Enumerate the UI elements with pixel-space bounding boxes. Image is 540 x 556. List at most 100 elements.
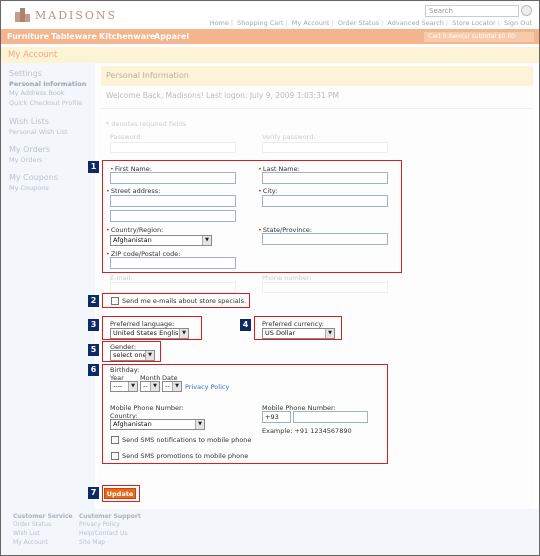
sms-promotions-label: Send SMS promotions to mobile phone [122,452,249,460]
city-label: •City: [258,187,278,195]
footer: Customer Service Order Status Wish List … [1,509,539,555]
cart-summary[interactable]: Cart 0 item(s) subtotal $0.00 [424,32,534,42]
chevron-down-icon: ▼ [202,236,211,245]
callout-badge-3: 3 [88,319,99,331]
footer-link-order-status[interactable]: Order Status [13,521,51,528]
sidebar-item-personal-wishlist[interactable]: Personal Wish List [9,128,68,136]
mobile-example: Example: +91 1234567890 [262,427,352,435]
nav-furniture[interactable]: Furniture [7,32,49,41]
sidebar-item-my-orders[interactable]: My Orders [9,156,42,164]
chevron-down-icon: ▼ [325,329,334,338]
verify-password-field[interactable] [262,142,388,153]
currency-select[interactable]: US Dollar ▼ [262,328,335,339]
callout-badge-4: 4 [240,319,251,331]
first-name-field[interactable] [110,172,236,184]
search-icon[interactable] [521,5,532,16]
verify-password-label: Verify password: [262,133,316,141]
footer-heading-customer-support: Customer Support [79,513,141,520]
sms-notifications-checkbox[interactable] [111,436,119,444]
callout-badge-5: 5 [88,344,99,356]
sidebar-heading-coupons: My Coupons [9,173,58,182]
brand-name: MADISONS [35,8,118,22]
chevron-down-icon: ▼ [179,329,188,338]
chevron-down-icon: ▼ [150,382,159,391]
link-store-locator[interactable]: Store Locator [452,19,496,27]
street-field-2[interactable] [110,210,236,222]
sidebar-heading-orders: My Orders [9,145,51,154]
nav-kitchenware[interactable]: Kitchenware [99,32,155,41]
chevron-down-icon: ▼ [172,382,181,391]
link-advanced-search[interactable]: Advanced Search [387,19,444,27]
phone-field[interactable] [262,282,388,293]
phone-label: Phone number: [262,274,312,282]
header: MADISONS Search Home | Shopping Cart | My … [1,1,539,29]
password-label: Password: [110,133,143,141]
footer-link-wish-list[interactable]: Wish List [13,530,40,537]
search-input[interactable]: Search [425,5,519,17]
divider [101,108,533,109]
street-label: •Street address: [106,187,161,195]
footer-link-help-contact[interactable]: Help/Contact Us [79,530,127,537]
brand-logo[interactable]: MADISONS [15,6,117,24]
chevron-down-icon: ▼ [128,382,137,391]
footer-link-site-map[interactable]: Site Map [79,539,105,546]
mobile-number-field[interactable] [293,411,368,423]
email-field[interactable] [110,282,236,293]
privacy-policy-link[interactable]: Privacy Policy [185,383,229,391]
specials-checkbox[interactable] [111,297,119,305]
country-select[interactable]: Afghanistan ▼ [110,235,212,246]
state-field[interactable] [262,233,388,245]
currency-label: Preferred currency: [262,320,324,328]
month-select[interactable]: -- ▼ [140,381,160,392]
required-note: * denotes required fields [106,120,187,128]
panel-header: Personal Information [101,66,533,86]
sidebar-heading-settings: Settings [9,69,42,78]
language-select[interactable]: United States English ▼ [110,328,189,339]
update-button[interactable]: Update [104,488,136,499]
link-sign-out[interactable]: Sign Out [504,19,532,27]
link-order-status[interactable]: Order Status [338,19,379,27]
date-select[interactable]: -- ▼ [162,381,182,392]
callout-badge-6: 6 [88,364,99,376]
email-label: E-mail: [110,274,133,282]
country-label: •Country/Region: [106,226,164,234]
mobile-code-field[interactable]: +93 [262,411,291,423]
footer-link-my-account[interactable]: My Account [13,539,48,546]
logo-icon [15,8,31,22]
nav-apparel[interactable]: Apparel [154,32,189,41]
sidebar-item-personal-information[interactable]: Personal Information [9,80,86,88]
birthday-label: Birthday: [110,366,140,374]
sidebar-item-my-coupons[interactable]: My Coupons [9,184,49,192]
footer-link-privacy-policy[interactable]: Privacy Policy [79,521,120,528]
year-select[interactable]: ---- ▼ [110,381,138,392]
sms-promotions-checkbox[interactable] [111,452,119,460]
zip-field[interactable] [110,257,236,269]
sidebar: Settings Personal Information My Address… [1,63,95,509]
link-shopping-cart[interactable]: Shopping Cart [237,19,283,27]
sms-notifications-label: Send SMS notifications to mobile phone [122,436,252,444]
sidebar-heading-wishlists: Wish Lists [9,117,49,126]
mobile-country-select[interactable]: Afghanistan ▼ [110,419,205,430]
callout-badge-7: 7 [88,487,99,499]
link-home[interactable]: Home [210,19,229,27]
mobile-label: Mobile Phone Number: [110,404,184,412]
specials-label: Send me e-mails about store specials. [122,297,247,305]
street-field-1[interactable] [110,195,236,207]
nav-tableware[interactable]: Tableware [51,32,97,41]
password-field[interactable] [110,142,236,153]
city-field[interactable] [262,195,388,207]
welcome-message: Welcome Back, Madisons! Last logon: July… [106,91,339,100]
category-nav: Furniture Tableware Kitchenware Apparel … [1,29,539,44]
sidebar-item-quick-checkout[interactable]: Quick Checkout Profile [9,99,82,107]
top-links: Home | Shopping Cart | My Account | Order S… [209,19,532,27]
footer-heading-customer-service: Customer Service [13,513,73,520]
callout-badge-2: 2 [88,295,99,307]
chevron-down-icon: ▼ [145,351,154,360]
panel-title: Personal Information [106,71,189,80]
link-my-account[interactable]: My Account [292,19,330,27]
sidebar-item-address-book[interactable]: My Address Book [9,89,65,97]
last-name-field[interactable] [262,172,388,184]
gender-select[interactable]: select one ▼ [110,350,155,361]
page-title: My Account [8,50,58,60]
callout-badge-1: 1 [88,161,99,173]
